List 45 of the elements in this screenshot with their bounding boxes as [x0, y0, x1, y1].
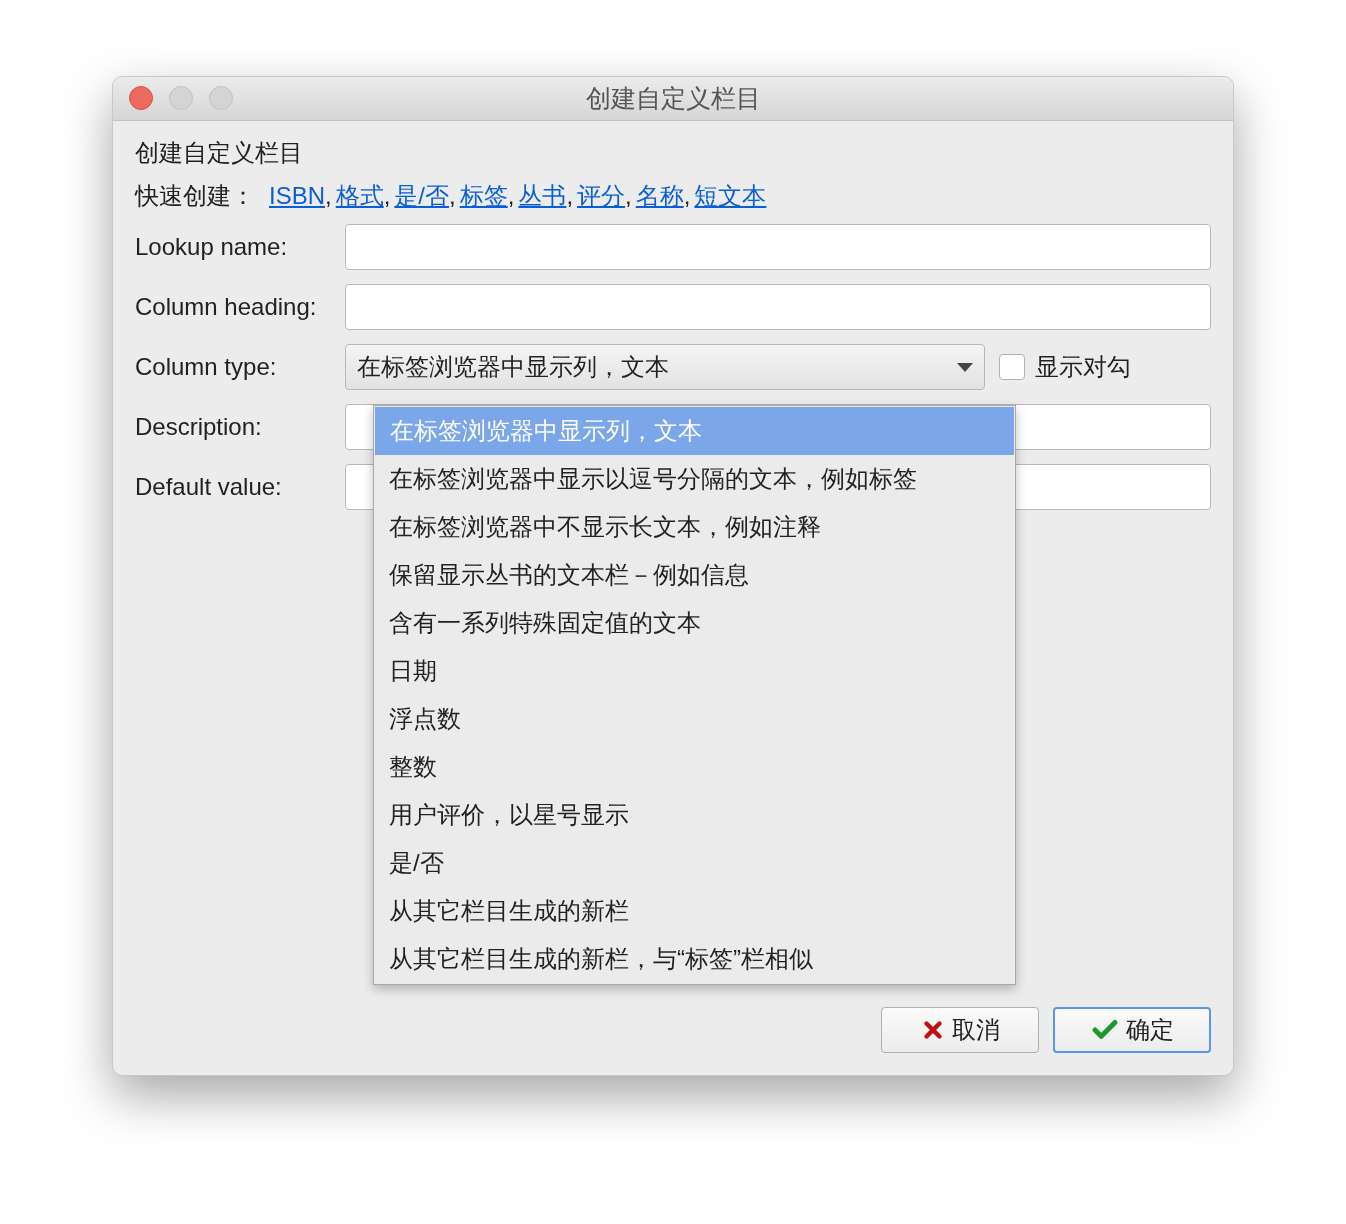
link-separator: ,: [383, 181, 391, 211]
minimize-button[interactable]: [169, 86, 193, 110]
checkbox-label: 显示对勾: [1035, 352, 1131, 382]
field-label: Description:: [135, 412, 263, 442]
link-separator: ,: [507, 181, 515, 211]
dropdown-option[interactable]: 浮点数: [374, 695, 1015, 743]
dialog-heading: 创建自定义栏目: [135, 139, 304, 167]
link-separator: ,: [566, 181, 574, 211]
field-label: Lookup name:: [135, 232, 289, 262]
text-field[interactable]: [345, 224, 1211, 270]
field-label: Default value:: [135, 472, 283, 502]
dropdown-caret-icon: [957, 362, 973, 372]
dropdown-option[interactable]: 日期: [374, 647, 1015, 695]
quick-create-link[interactable]: 短文本: [694, 181, 767, 211]
dropdown-option[interactable]: 从其它栏目生成的新栏: [374, 887, 1015, 935]
dropdown-option[interactable]: 整数: [374, 743, 1015, 791]
link-separator: ,: [325, 181, 332, 211]
text-field[interactable]: [345, 284, 1211, 330]
dropdown-option[interactable]: 在标签浏览器中不显示长文本，例如注释: [374, 503, 1015, 551]
close-button[interactable]: [129, 86, 153, 110]
dropdown-option[interactable]: 保留显示丛书的文本栏－例如信息: [374, 551, 1015, 599]
quick-create-link[interactable]: 评分: [577, 181, 626, 211]
quick-create-link[interactable]: ISBN: [269, 181, 325, 211]
dropdown-option[interactable]: 含有一系列特殊固定值的文本: [374, 599, 1015, 647]
quick-create-link[interactable]: 名称: [635, 181, 684, 211]
link-separator: ,: [683, 181, 691, 211]
checkbox[interactable]: [999, 354, 1025, 380]
dropdown-option[interactable]: 用户评价，以星号显示: [374, 791, 1015, 839]
field-label: Column type:: [135, 352, 278, 382]
field-label: Column heading:: [135, 292, 318, 322]
cancel-button[interactable]: 取消: [881, 1007, 1039, 1053]
quick-create-link[interactable]: 格式: [335, 181, 384, 211]
dropdown-option[interactable]: 从其它栏目生成的新栏，与“标签”栏相似: [374, 935, 1015, 983]
link-separator: ,: [625, 181, 632, 211]
dropdown-option[interactable]: 在标签浏览器中显示以逗号分隔的文本，例如标签: [374, 455, 1015, 503]
quick-create-link[interactable]: 丛书: [518, 181, 567, 211]
dropdown-option[interactable]: 是/否: [374, 839, 1015, 887]
quick-create-link[interactable]: 标签: [459, 181, 508, 211]
quick-create-label: 快速创建：: [135, 181, 255, 211]
zoom-button[interactable]: [209, 86, 233, 110]
ok-button[interactable]: 确定: [1053, 1007, 1211, 1053]
link-separator: ,: [449, 181, 456, 211]
quick-create-link[interactable]: 是/否: [394, 181, 450, 211]
window-title: 创建自定义栏目: [585, 82, 761, 114]
column-type-select[interactable]: 在标签浏览器中显示列，文本: [345, 344, 985, 390]
